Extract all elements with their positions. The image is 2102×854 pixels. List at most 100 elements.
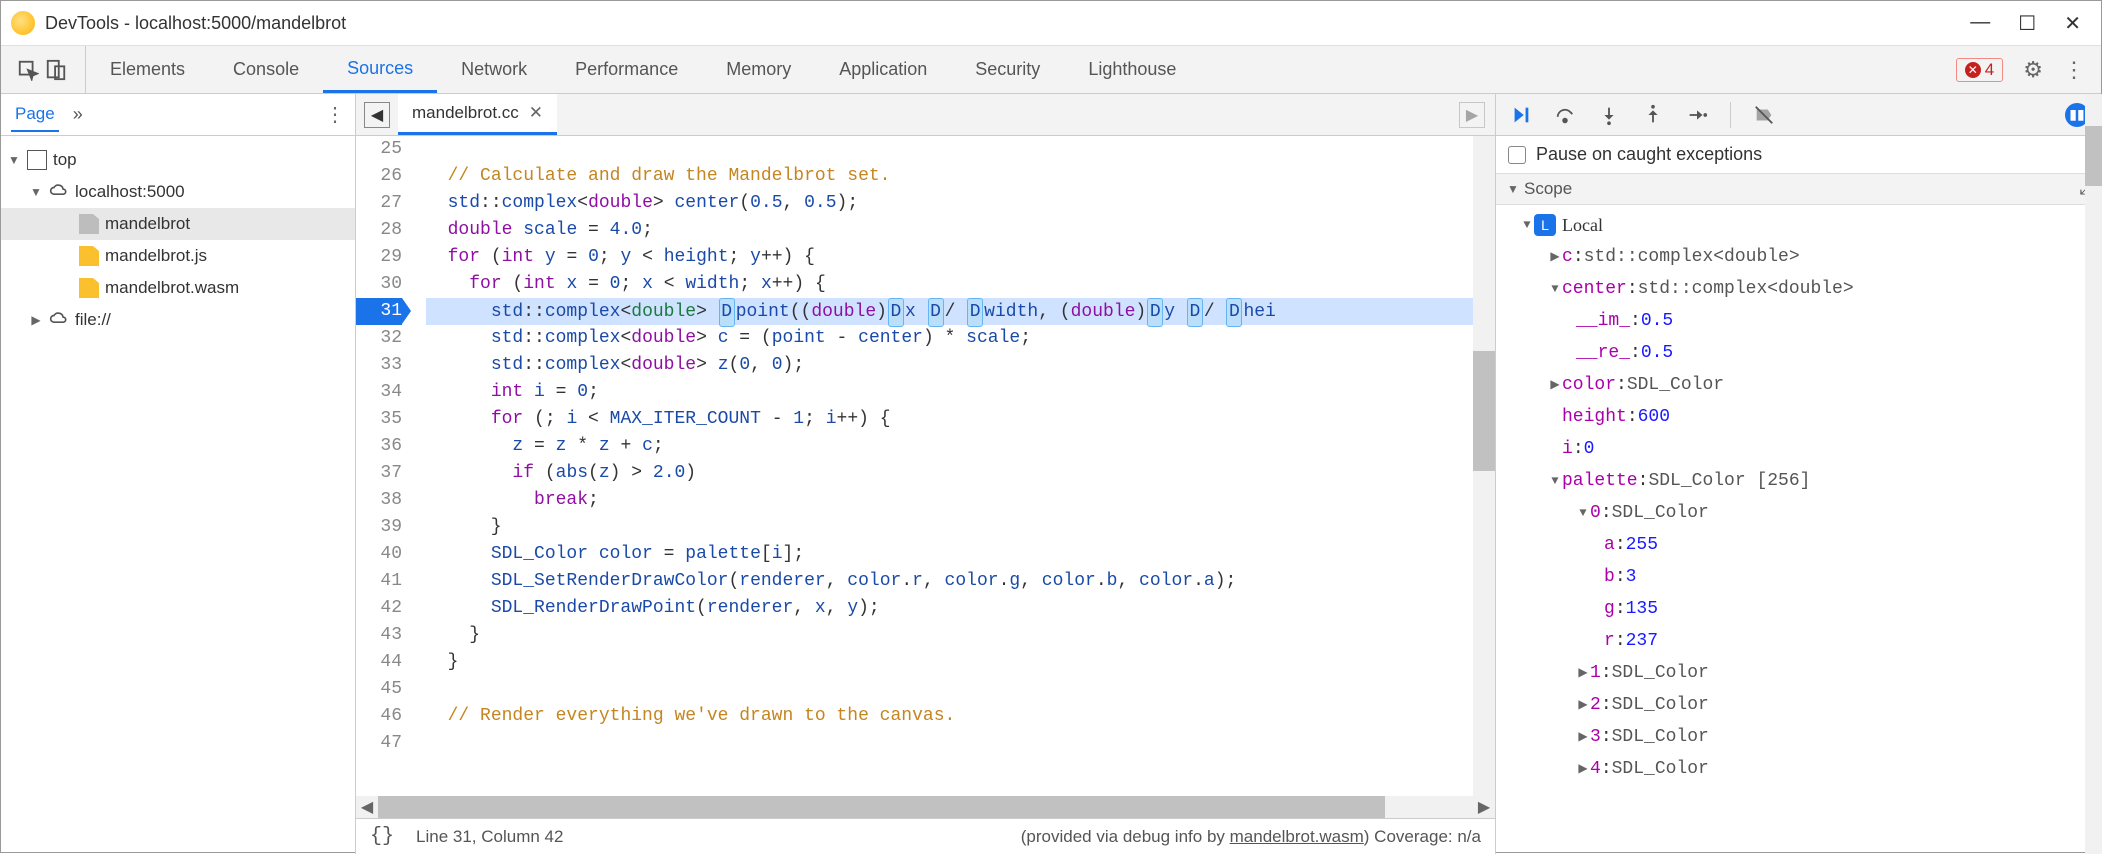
error-badge[interactable]: ✕4 (1956, 58, 2003, 82)
tab-sources[interactable]: Sources (323, 46, 437, 93)
device-icon[interactable] (45, 59, 67, 81)
window-title: DevTools - localhost:5000/mandelbrot (45, 13, 346, 34)
scrollbar-thumb[interactable] (2085, 126, 2102, 186)
error-count: 4 (1985, 60, 1994, 80)
code-area[interactable]: // Calculate and draw the Mandelbrot set… (412, 136, 1495, 796)
tab-security[interactable]: Security (951, 46, 1064, 93)
tree-file-mandelbrot[interactable]: mandelbrot (1, 208, 355, 240)
deactivate-breakpoints-icon[interactable] (1753, 104, 1775, 126)
step-over-icon[interactable] (1554, 104, 1576, 126)
maximize-icon[interactable]: ☐ (2018, 11, 2036, 36)
tree-label: localhost:5000 (75, 182, 185, 202)
var-row[interactable]: ▼center: std::complex<double> (1502, 273, 2102, 305)
nav-fwd-icon[interactable]: ▶ (1459, 102, 1485, 128)
scope-label: Scope (1524, 179, 1572, 199)
local-label: Local (1562, 209, 1603, 241)
var-row[interactable]: ▶3: SDL_Color (1502, 721, 2102, 753)
settings-icon[interactable]: ⚙ (2023, 57, 2043, 83)
scope-header[interactable]: ▼Scope⤢ (1496, 173, 2102, 205)
tree-label: mandelbrot (105, 214, 190, 234)
vertical-scrollbar[interactable] (1473, 136, 1495, 796)
inspect-icon[interactable] (17, 59, 39, 81)
debug-info-source: (provided via debug info by mandelbrot.w… (1021, 827, 1481, 847)
inspect-tools (11, 46, 86, 93)
var-row[interactable]: ▶color: SDL_Color (1502, 369, 2102, 401)
tree-label: file:// (75, 310, 111, 330)
cursor-position: Line 31, Column 42 (416, 827, 563, 847)
page-tab[interactable]: Page (11, 98, 59, 132)
tab-application[interactable]: Application (815, 46, 951, 93)
var-row: height: 600 (1502, 401, 2102, 433)
local-badge-icon: L (1534, 214, 1556, 236)
var-row: g: 135 (1502, 593, 2102, 625)
checkbox[interactable] (1508, 146, 1526, 164)
var-row[interactable]: ▼palette: SDL_Color [256] (1502, 465, 2102, 497)
scrollbar-thumb[interactable] (378, 796, 1385, 818)
tab-lighthouse[interactable]: Lighthouse (1064, 46, 1200, 93)
vertical-scrollbar[interactable] (2085, 94, 2102, 854)
var-row: __re_: 0.5 (1502, 337, 2102, 369)
var-row: a: 255 (1502, 529, 2102, 561)
tree-label: mandelbrot.js (105, 246, 207, 266)
pretty-print-icon[interactable]: {} (370, 825, 394, 848)
var-row: b: 3 (1502, 561, 2102, 593)
var-row[interactable]: ▶4: SDL_Color (1502, 753, 2102, 785)
wasm-link[interactable]: mandelbrot.wasm (1230, 827, 1364, 846)
pause-caught-row[interactable]: Pause on caught exceptions (1496, 136, 2102, 173)
cloud-icon (49, 310, 69, 330)
nav-back-icon[interactable]: ◀ (364, 102, 390, 128)
tab-performance[interactable]: Performance (551, 46, 702, 93)
var-row: i: 0 (1502, 433, 2102, 465)
devtools-icon (11, 11, 35, 35)
navigator-menu-icon[interactable]: ⋮ (325, 102, 345, 127)
tree-top[interactable]: ▼top (1, 144, 355, 176)
tree-file-wasm[interactable]: mandelbrot.wasm (1, 272, 355, 304)
devtools-tabs: Elements Console Sources Network Perform… (1, 46, 2101, 94)
debugger-pane: ▮▮ Pause on caught exceptions ▼Scope⤢ ▼L… (1496, 94, 2102, 854)
titlebar: DevTools - localhost:5000/mandelbrot — ☐… (1, 1, 2101, 46)
kebab-icon[interactable]: ⋮ (2063, 57, 2085, 83)
wasm-file-icon (79, 278, 99, 298)
horizontal-scrollbar[interactable]: ◀ ▶ (356, 796, 1495, 818)
scroll-right-icon[interactable]: ▶ (1473, 796, 1495, 818)
code-editor[interactable]: 2526272829303132333435363738394041424344… (356, 136, 1495, 796)
step-out-icon[interactable] (1642, 104, 1664, 126)
var-row[interactable]: ▼0: SDL_Color (1502, 497, 2102, 529)
tree-label: mandelbrot.wasm (105, 278, 239, 298)
var-row[interactable]: ▶c: std::complex<double> (1502, 241, 2102, 273)
window-icon (27, 150, 47, 170)
var-row: r: 237 (1502, 625, 2102, 657)
var-row[interactable]: ▶2: SDL_Color (1502, 689, 2102, 721)
pause-caught-label: Pause on caught exceptions (1536, 144, 1762, 165)
tree-file-scheme[interactable]: ▶file:// (1, 304, 355, 336)
more-tabs-icon[interactable]: » (73, 104, 83, 125)
navigator-pane: Page » ⋮ ▼top ▼localhost:5000 mandelbrot… (1, 94, 356, 854)
file-tab-name: mandelbrot.cc (412, 103, 519, 123)
close-icon[interactable]: ✕ (2064, 11, 2081, 36)
gutter[interactable]: 2526272829303132333435363738394041424344… (356, 136, 412, 796)
tab-elements[interactable]: Elements (86, 46, 209, 93)
tree-file-js[interactable]: mandelbrot.js (1, 240, 355, 272)
step-icon[interactable] (1686, 104, 1708, 126)
file-icon (79, 214, 99, 234)
close-tab-icon[interactable]: ✕ (529, 103, 543, 123)
var-row[interactable]: ▶1: SDL_Color (1502, 657, 2102, 689)
tab-memory[interactable]: Memory (702, 46, 815, 93)
tree-label: top (53, 150, 77, 170)
scope-tree: ▼LLocal ▶c: std::complex<double> ▼center… (1496, 205, 2102, 854)
editor-pane: ◀ mandelbrot.cc ✕ ▶ 252627282930313233343… (356, 94, 1496, 854)
file-tab[interactable]: mandelbrot.cc ✕ (398, 94, 557, 135)
status-bar: {} Line 31, Column 42 (provided via debu… (356, 818, 1495, 854)
js-file-icon (79, 246, 99, 266)
tab-network[interactable]: Network (437, 46, 551, 93)
minimize-icon[interactable]: — (1970, 11, 1990, 36)
resume-icon[interactable] (1510, 104, 1532, 126)
file-tree: ▼top ▼localhost:5000 mandelbrot mandelbr… (1, 136, 355, 344)
scope-local[interactable]: ▼LLocal (1502, 209, 2102, 241)
step-into-icon[interactable] (1598, 104, 1620, 126)
tab-console[interactable]: Console (209, 46, 323, 93)
tree-host[interactable]: ▼localhost:5000 (1, 176, 355, 208)
var-row: __im_: 0.5 (1502, 305, 2102, 337)
scroll-left-icon[interactable]: ◀ (356, 796, 378, 818)
scrollbar-thumb[interactable] (1473, 351, 1495, 471)
